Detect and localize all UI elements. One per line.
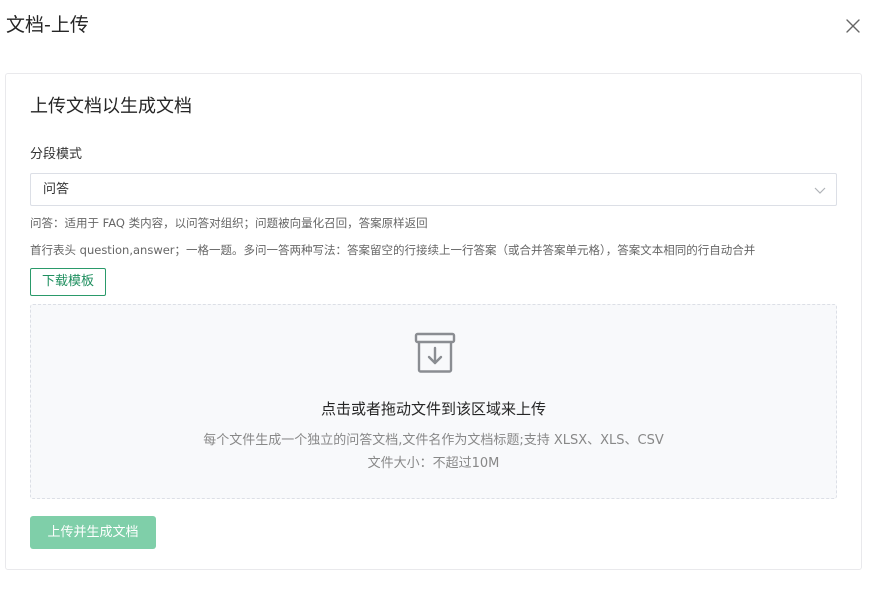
segment-mode-label: 分段模式 [30, 147, 83, 162]
dialog-title: 文档-上传 [6, 14, 89, 36]
card-title: 上传文档以生成文档 [30, 96, 192, 117]
upload-card: 上传文档以生成文档 分段模式 问答 问答：适用于 FAQ 类内容，以问答对组织；… [5, 73, 862, 570]
close-icon [846, 19, 860, 33]
archive-download-icon [414, 332, 456, 373]
download-template-button[interactable]: 下载模板 [30, 268, 106, 296]
upload-dropzone[interactable]: 点击或者拖动文件到该区域来上传 每个文件生成一个独立的问答文档,文件名作为文档标… [30, 304, 837, 499]
dropzone-title: 点击或者拖动文件到该区域来上传 [320, 400, 546, 418]
segment-mode-value: 问答 [43, 182, 70, 197]
chevron-down-icon [814, 187, 826, 194]
upload-generate-button[interactable]: 上传并生成文档 [30, 516, 156, 549]
dropzone-subtitle: 每个文件生成一个独立的问答文档,文件名作为文档标题;支持 XLSX、XLS、CS… [203, 433, 664, 448]
segment-mode-select[interactable]: 问答 [30, 173, 837, 206]
dropzone-size-limit: 文件大小：不超过10M [367, 456, 500, 471]
hint-text-faq: 问答：适用于 FAQ 类内容，以问答对组织；问题被向量化召回，答案原样返回 [30, 216, 428, 230]
close-button[interactable] [843, 16, 863, 36]
upload-dialog: 文档-上传 上传文档以生成文档 分段模式 问答 问答：适用于 FAQ 类内容，以… [0, 0, 876, 592]
hint-text-format: 首行表头 question,answer；一格一题。多问一答两种写法：答案留空的… [30, 243, 756, 257]
